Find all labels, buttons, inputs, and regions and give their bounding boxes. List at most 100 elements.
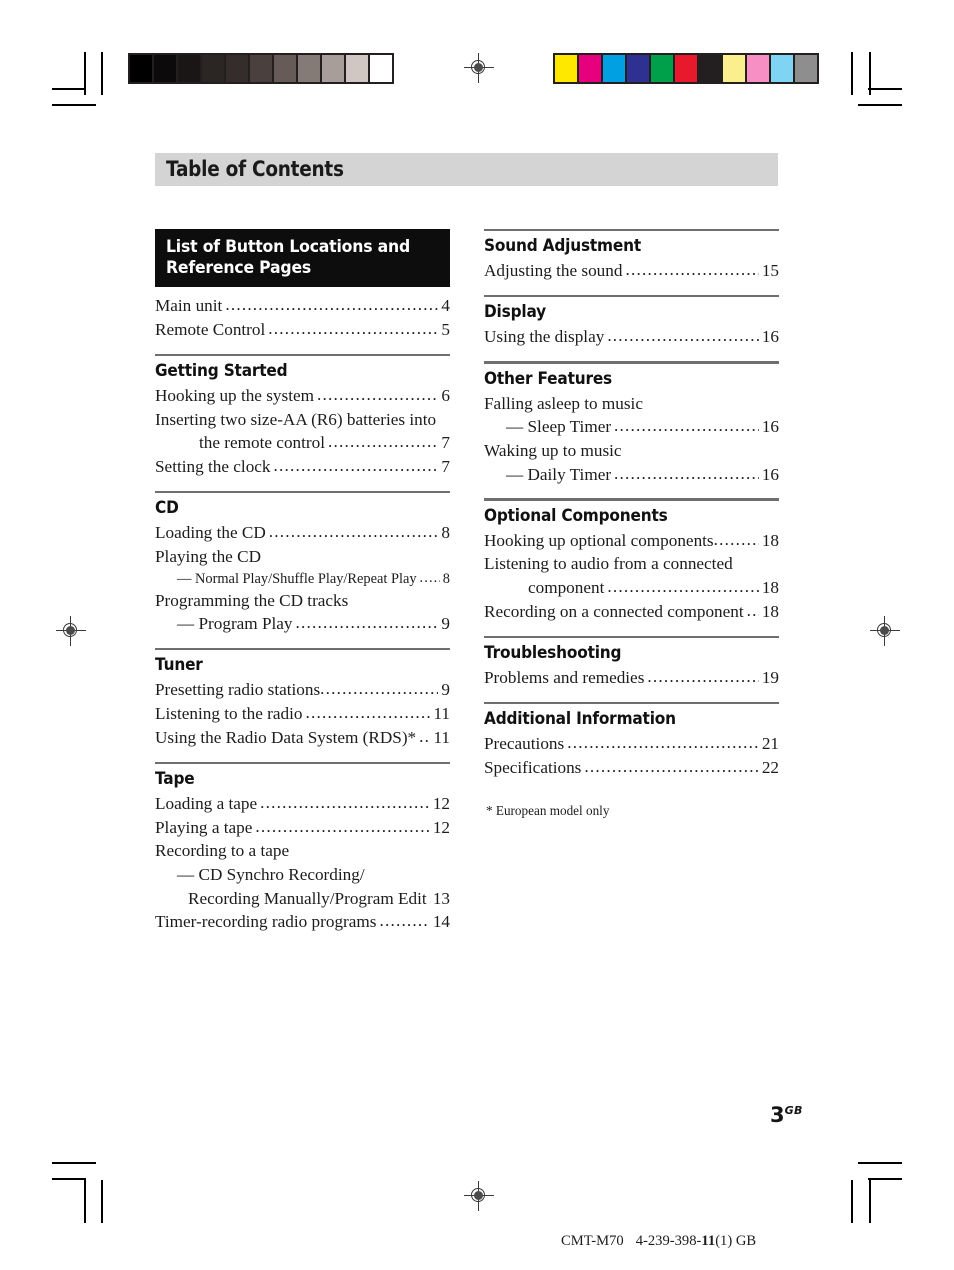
toc-entry-label: Problems and remedies <box>484 667 645 687</box>
toc-entry[interactable]: — Sleep Timer...........................… <box>484 416 779 439</box>
section-heading-list-of-button-locations: List of Button Locations and Reference Pa… <box>155 229 450 288</box>
toc-entry-list: Loading a tape..........................… <box>155 793 450 944</box>
section-heading-additional-information: Additional Information <box>484 709 676 729</box>
toc-section-troubleshooting: Troubleshooting Problems and remedies....… <box>484 635 779 700</box>
crop-mark-bottom-right-horizontal <box>868 1178 902 1180</box>
toc-entry[interactable]: the remote control......................… <box>155 432 450 455</box>
toc-entry-label: Inserting two size-AA (R6) batteries int… <box>155 409 437 429</box>
toc-entry[interactable]: — Normal Play/Shuffle Play/Repeat Play..… <box>155 570 450 589</box>
crop-mark-top-right-horizontal <box>868 88 902 90</box>
toc-entry-leader: ........................................… <box>713 529 759 549</box>
toc-entry-leader: ........................................… <box>320 679 438 699</box>
grayscale-patch <box>178 55 200 82</box>
section-divider <box>484 229 779 232</box>
toc-entry-label: Using the display <box>484 327 605 347</box>
registration-target-right <box>870 616 900 646</box>
toc-entry-list: Presetting radio stations...............… <box>155 679 450 759</box>
toc-entry[interactable]: — Program Play..........................… <box>155 613 450 636</box>
toc-entry-page-number: 13 <box>432 888 450 908</box>
toc-entry[interactable]: Recording on a connected component......… <box>484 601 779 624</box>
toc-entry-leader: ........................................… <box>268 318 439 338</box>
toc-entry[interactable]: Specifications..........................… <box>484 757 779 780</box>
trim-mark-top-left <box>52 104 96 106</box>
page-number-value: 3 <box>770 1103 785 1127</box>
toc-entry[interactable]: Falling asleep to music.................… <box>484 393 779 416</box>
toc-entry[interactable]: Precautions.............................… <box>484 733 779 756</box>
color-patch <box>555 55 577 82</box>
toc-entry[interactable]: Inserting two size-AA (R6) batteries int… <box>155 409 450 432</box>
toc-entry-label: — Sleep Timer <box>506 417 612 437</box>
toc-entry-label: Playing a tape <box>155 817 253 837</box>
toc-entry[interactable]: Loading a tape..........................… <box>155 793 450 816</box>
toc-entry-label: Setting the clock <box>155 457 271 477</box>
toc-entry-list: Problems and remedies...................… <box>484 667 779 700</box>
toc-entry-leader: ........................................… <box>419 726 431 746</box>
toc-entry[interactable]: Hooking up the system...................… <box>155 385 450 408</box>
toc-entry[interactable]: — CD Synchro Recording/.................… <box>155 864 450 887</box>
toc-entry-label: Loading a tape <box>155 793 258 813</box>
section-heading-display: Display <box>484 302 546 322</box>
toc-entry-list: Precautions.............................… <box>484 733 779 789</box>
toc-entry[interactable]: Loading the CD..........................… <box>155 522 450 545</box>
toc-entry-list: Falling asleep to music.................… <box>484 393 779 497</box>
registration-target-bottom <box>464 1181 494 1211</box>
toc-entry-leader: ........................................… <box>255 816 429 836</box>
toc-entry-leader: ........................................… <box>625 260 758 280</box>
toc-entry-page-number: 15 <box>761 261 779 281</box>
toc-entry[interactable]: Recording Manually/Program Edit.........… <box>155 888 450 911</box>
toc-entry[interactable]: Timer-recording radio programs..........… <box>155 911 450 934</box>
toc-entry-page-number: 7 <box>441 457 450 477</box>
section-heading-line: List of Button Locations and <box>166 237 411 256</box>
grayscale-patch <box>130 55 152 82</box>
toc-entry[interactable]: Presetting radio stations...............… <box>155 679 450 702</box>
toc-entry[interactable]: Listening to audio from a connected.....… <box>484 553 779 576</box>
colophon-model: CMT-M70 <box>561 1233 624 1249</box>
color-patch <box>627 55 649 82</box>
toc-entry[interactable]: Listening to the radio..................… <box>155 703 450 726</box>
toc-entry[interactable]: Playing a tape..........................… <box>155 817 450 840</box>
toc-entry[interactable]: Hooking up optional components..........… <box>484 530 779 553</box>
toc-entry-leader: ........................................… <box>328 432 438 452</box>
crop-mark-bottom-right-vertical <box>869 1180 871 1223</box>
toc-entry[interactable]: Playing the CD..........................… <box>155 546 450 569</box>
toc-entry[interactable]: component...............................… <box>484 577 779 600</box>
toc-entry-label: component <box>528 578 605 598</box>
page-title-bar: Table of Contents <box>155 153 778 186</box>
toc-entry-label: Specifications <box>484 757 582 777</box>
toc-entry-leader: ........................................… <box>607 326 759 346</box>
trim-mark-bottom-left <box>52 1162 96 1164</box>
toc-entry-page-number: 6 <box>441 386 450 406</box>
toc-entry[interactable]: Main unit...............................… <box>155 295 450 318</box>
toc-section-tuner: Tuner Presetting radio stations..........… <box>155 648 450 760</box>
toc-section-sound-adjustment: Sound Adjustment Adjusting the sound.....… <box>484 229 779 293</box>
section-heading-tape: Tape <box>155 768 195 788</box>
toc-entry-label: Timer-recording radio programs <box>155 912 377 932</box>
toc-entry-label: Loading the CD <box>155 523 266 543</box>
section-heading-troubleshooting: Troubleshooting <box>484 642 622 662</box>
toc-entry-page-number: 18 <box>761 578 779 598</box>
toc-entry[interactable]: Using the display.......................… <box>484 326 779 349</box>
toc-entry-page-number: 12 <box>432 817 450 837</box>
toc-entry[interactable]: Waking up to music......................… <box>484 440 779 463</box>
toc-entry-leader: ........................................… <box>260 792 430 812</box>
toc-entry-list: Using the display.......................… <box>484 326 779 359</box>
toc-entry[interactable]: Recording to a tape.....................… <box>155 840 450 863</box>
toc-entry-label: Waking up to music <box>484 440 622 460</box>
toc-entry[interactable]: Using the Radio Data System (RDS)*......… <box>155 727 450 750</box>
toc-entry[interactable]: Programming the CD tracks...............… <box>155 590 450 613</box>
section-divider <box>155 490 450 494</box>
toc-entry[interactable]: Problems and remedies...................… <box>484 667 779 690</box>
toc-entry[interactable]: Setting the clock.......................… <box>155 456 450 479</box>
colophon: CMT-M70 4-239-398-11(1) GB <box>561 1233 756 1250</box>
toc-entry-leader: ........................................… <box>225 295 439 315</box>
toc-entry[interactable]: Adjusting the sound.....................… <box>484 260 779 283</box>
toc-entry-leader: ........................................… <box>614 463 759 483</box>
toc-entry-label: Falling asleep to music <box>484 393 643 413</box>
toc-entry[interactable]: — Daily Timer...........................… <box>484 464 779 487</box>
toc-entry[interactable]: Remote Control..........................… <box>155 319 450 342</box>
section-heading-cd: CD <box>155 498 179 518</box>
toc-entry-leader: ........................................… <box>305 703 431 723</box>
registration-target-left <box>56 616 86 646</box>
bleed-mark-top-left <box>101 52 103 95</box>
crop-mark-bottom-left-vertical <box>84 1180 86 1223</box>
